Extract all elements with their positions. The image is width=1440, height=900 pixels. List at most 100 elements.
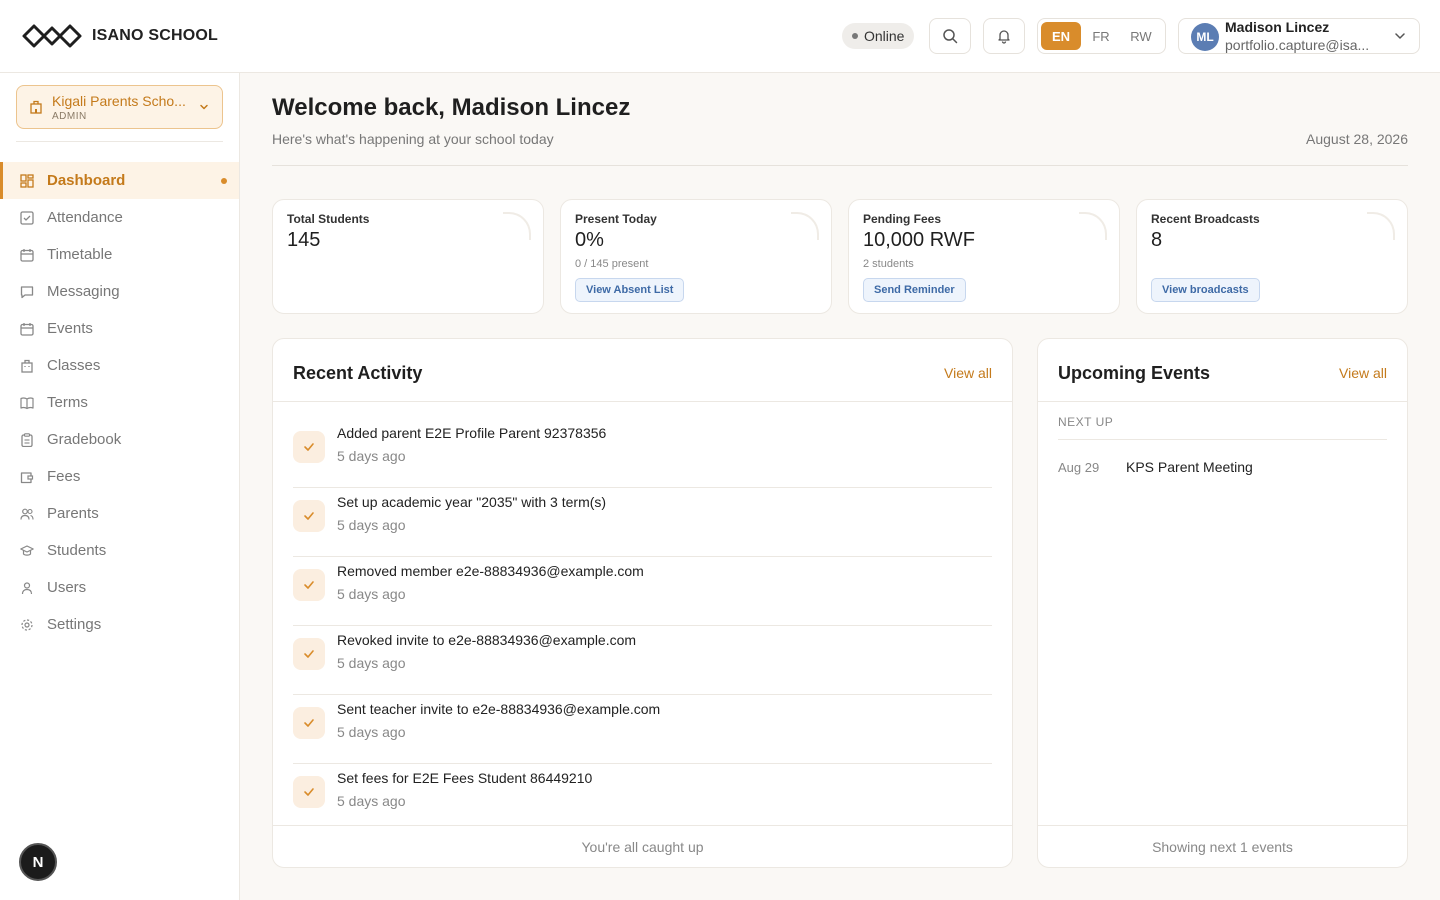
activity-text: Added parent E2E Profile Parent 92378356: [337, 425, 607, 441]
view-absent-list-button[interactable]: View Absent List: [575, 278, 685, 302]
list-item: Set up academic year "2035" with 3 term(…: [293, 488, 992, 557]
activity-time: 5 days ago: [337, 448, 406, 464]
sidebar-item-fees[interactable]: Fees: [0, 458, 239, 495]
check-icon: [293, 707, 325, 739]
stat-note: 0 / 145 present: [575, 258, 649, 270]
dev-tools-badge[interactable]: N: [19, 843, 57, 881]
building-icon: [30, 100, 42, 114]
check-icon: [293, 776, 325, 808]
stat-label: Present Today: [575, 212, 657, 226]
event-title[interactable]: KPS Parent Meeting: [1126, 459, 1253, 475]
card-corner-icon: [503, 212, 531, 240]
activity-view-all-link[interactable]: View all: [944, 365, 992, 381]
send-reminder-button[interactable]: Send Reminder: [863, 278, 966, 302]
wallet-icon: [19, 469, 35, 485]
activity-text: Set up academic year "2035" with 3 term(…: [337, 494, 607, 510]
school-switcher[interactable]: Kigali Parents Scho... ADMIN: [16, 85, 223, 129]
sidebar-divider: [16, 141, 223, 142]
stat-label: Total Students: [287, 212, 370, 226]
sidebar: Kigali Parents Scho... ADMIN Dashboard A…: [0, 73, 240, 900]
sidebar-item-label: Attendance: [47, 209, 123, 226]
sidebar-item-label: Terms: [47, 394, 88, 411]
list-item: Removed member e2e-88834936@example.com …: [293, 557, 992, 626]
stat-note: 2 students: [863, 258, 914, 270]
activity-time: 5 days ago: [337, 655, 406, 671]
book-icon: [19, 395, 35, 411]
panel-divider: [1038, 401, 1407, 402]
clipboard-icon: [19, 432, 35, 448]
activity-footer: You're all caught up: [273, 825, 1012, 867]
card-corner-icon: [1367, 212, 1395, 240]
sidebar-item-parents[interactable]: Parents: [0, 495, 239, 532]
section-label: NEXT UP: [1058, 415, 1114, 429]
language-rw[interactable]: RW: [1121, 22, 1161, 50]
bell-icon: [998, 30, 1010, 44]
sidebar-item-messaging[interactable]: Messaging: [0, 273, 239, 310]
recent-activity-panel: Recent Activity View all Added parent E2…: [272, 338, 1013, 868]
events-view-all-link[interactable]: View all: [1339, 365, 1387, 381]
language-fr[interactable]: FR: [1081, 22, 1121, 50]
check-square-icon: [19, 210, 35, 226]
user-name: Madison Lincez: [1225, 19, 1330, 35]
gear-icon: [19, 617, 35, 633]
status-badge: Online: [842, 23, 915, 49]
sidebar-item-users[interactable]: Users: [0, 569, 239, 606]
sidebar-item-attendance[interactable]: Attendance: [0, 199, 239, 236]
brand-name: ISANO SCHOOL: [92, 27, 218, 44]
upcoming-events-panel: Upcoming Events View all NEXT UP Aug 29 …: [1037, 338, 1408, 868]
logo[interactable]: ISANO SCHOOL: [20, 21, 218, 51]
list-item: Set fees for E2E Fees Student 86449210 5…: [293, 764, 992, 833]
stat-card-present-today: Present Today 0% 0 / 145 present View Ab…: [560, 199, 832, 314]
event-date: Aug 29: [1058, 460, 1100, 475]
active-dot-icon: [221, 178, 227, 184]
avatar: ML: [1191, 23, 1219, 51]
card-corner-icon: [791, 212, 819, 240]
graduation-cap-icon: [19, 543, 35, 559]
stat-value: 145: [287, 229, 321, 251]
search-icon: [943, 29, 958, 44]
activity-time: 5 days ago: [337, 724, 406, 740]
sidebar-item-dashboard[interactable]: Dashboard: [0, 162, 239, 199]
check-icon: [293, 569, 325, 601]
page-title: Welcome back, Madison Lincez: [272, 94, 631, 121]
activity-text: Removed member e2e-88834936@example.com: [337, 563, 644, 579]
infinity-logo-icon: [22, 24, 82, 48]
heading-divider: [272, 165, 1408, 166]
sidebar-item-students[interactable]: Students: [0, 532, 239, 569]
sidebar-item-events[interactable]: Events: [0, 310, 239, 347]
sidebar-item-timetable[interactable]: Timetable: [0, 236, 239, 273]
view-broadcasts-button[interactable]: View broadcasts: [1151, 278, 1260, 302]
sidebar-item-label: Gradebook: [47, 431, 122, 448]
sidebar-item-label: Events: [47, 320, 93, 337]
stat-value: 0%: [575, 229, 604, 251]
sidebar-item-label: Messaging: [47, 283, 120, 300]
status-dot-icon: [852, 33, 858, 39]
user-menu[interactable]: ML Madison Lincez portfolio.capture@isa.…: [1178, 18, 1420, 54]
sidebar-item-settings[interactable]: Settings: [0, 606, 239, 643]
calendar-icon: [19, 247, 35, 263]
sidebar-item-label: Students: [47, 542, 107, 559]
dashboard-icon: [19, 173, 35, 189]
activity-time: 5 days ago: [337, 793, 406, 809]
current-date: August 28, 2026: [1306, 131, 1408, 147]
activity-list: Added parent E2E Profile Parent 92378356…: [293, 419, 992, 833]
search-button[interactable]: [929, 18, 971, 54]
language-en[interactable]: EN: [1041, 22, 1081, 50]
activity-text: Set fees for E2E Fees Student 86449210: [337, 770, 593, 786]
sidebar-item-terms[interactable]: Terms: [0, 384, 239, 421]
notifications-button[interactable]: [983, 18, 1025, 54]
stat-value: 8: [1151, 229, 1163, 251]
sidebar-item-classes[interactable]: Classes: [0, 347, 239, 384]
stat-card-total-students: Total Students 145: [272, 199, 544, 314]
list-item: Revoked invite to e2e-88834936@example.c…: [293, 626, 992, 695]
sidebar-item-gradebook[interactable]: Gradebook: [0, 421, 239, 458]
page-subtitle: Here's what's happening at your school t…: [272, 131, 554, 147]
panel-title: Recent Activity: [293, 363, 423, 383]
stat-card-pending-fees: Pending Fees 10,000 RWF 2 students Send …: [848, 199, 1120, 314]
user-icon: [19, 580, 35, 596]
language-switcher: EN FR RW: [1037, 18, 1166, 54]
panel-divider: [273, 401, 1012, 402]
card-corner-icon: [1079, 212, 1107, 240]
check-icon: [293, 638, 325, 670]
activity-text: Revoked invite to e2e-88834936@example.c…: [337, 632, 637, 648]
